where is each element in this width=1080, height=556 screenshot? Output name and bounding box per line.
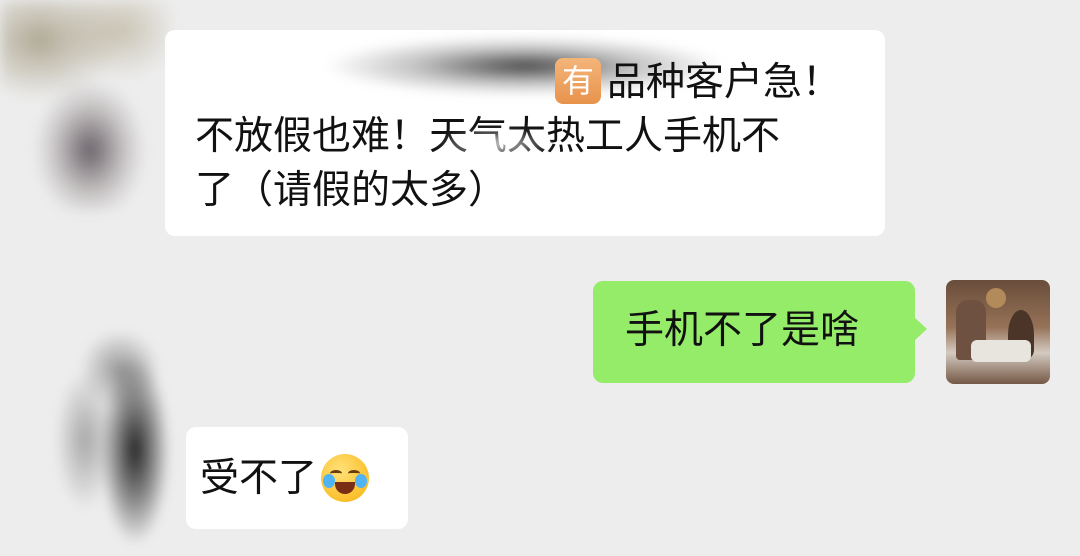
message-line: 有品种客户急！ (195, 56, 855, 110)
message-text: 受不了 (200, 456, 318, 501)
crying-laughing-emoji-icon (321, 453, 370, 502)
avatar-photo-detail (986, 288, 1006, 308)
tag-icon: 有 (555, 57, 601, 104)
message-text: 手机不了是啥 (625, 308, 860, 353)
bubble-tail (914, 317, 927, 341)
sender-avatar[interactable] (30, 330, 180, 555)
chat-area: 有品种客户急！ 不放假也难！天气太热工人手机不 了（请假的太多） 手机不了是啥 … (0, 0, 1080, 556)
message-bubble[interactable]: 受不了 (186, 427, 408, 529)
message-bubble-outgoing[interactable]: 手机不了是啥 (593, 281, 927, 383)
avatar-photo-detail (971, 340, 1031, 362)
redaction-smudge (435, 128, 555, 160)
sender-avatar[interactable] (0, 0, 170, 210)
message-line: 了（请假的太多） (195, 164, 855, 218)
message-bubble[interactable]: 有品种客户急！ 不放假也难！天气太热工人手机不 了（请假的太多） (165, 30, 885, 236)
message-text: 了（请假的太多） (195, 168, 508, 213)
message-text: 品种客户急！ (607, 60, 842, 105)
self-avatar[interactable] (946, 280, 1050, 384)
